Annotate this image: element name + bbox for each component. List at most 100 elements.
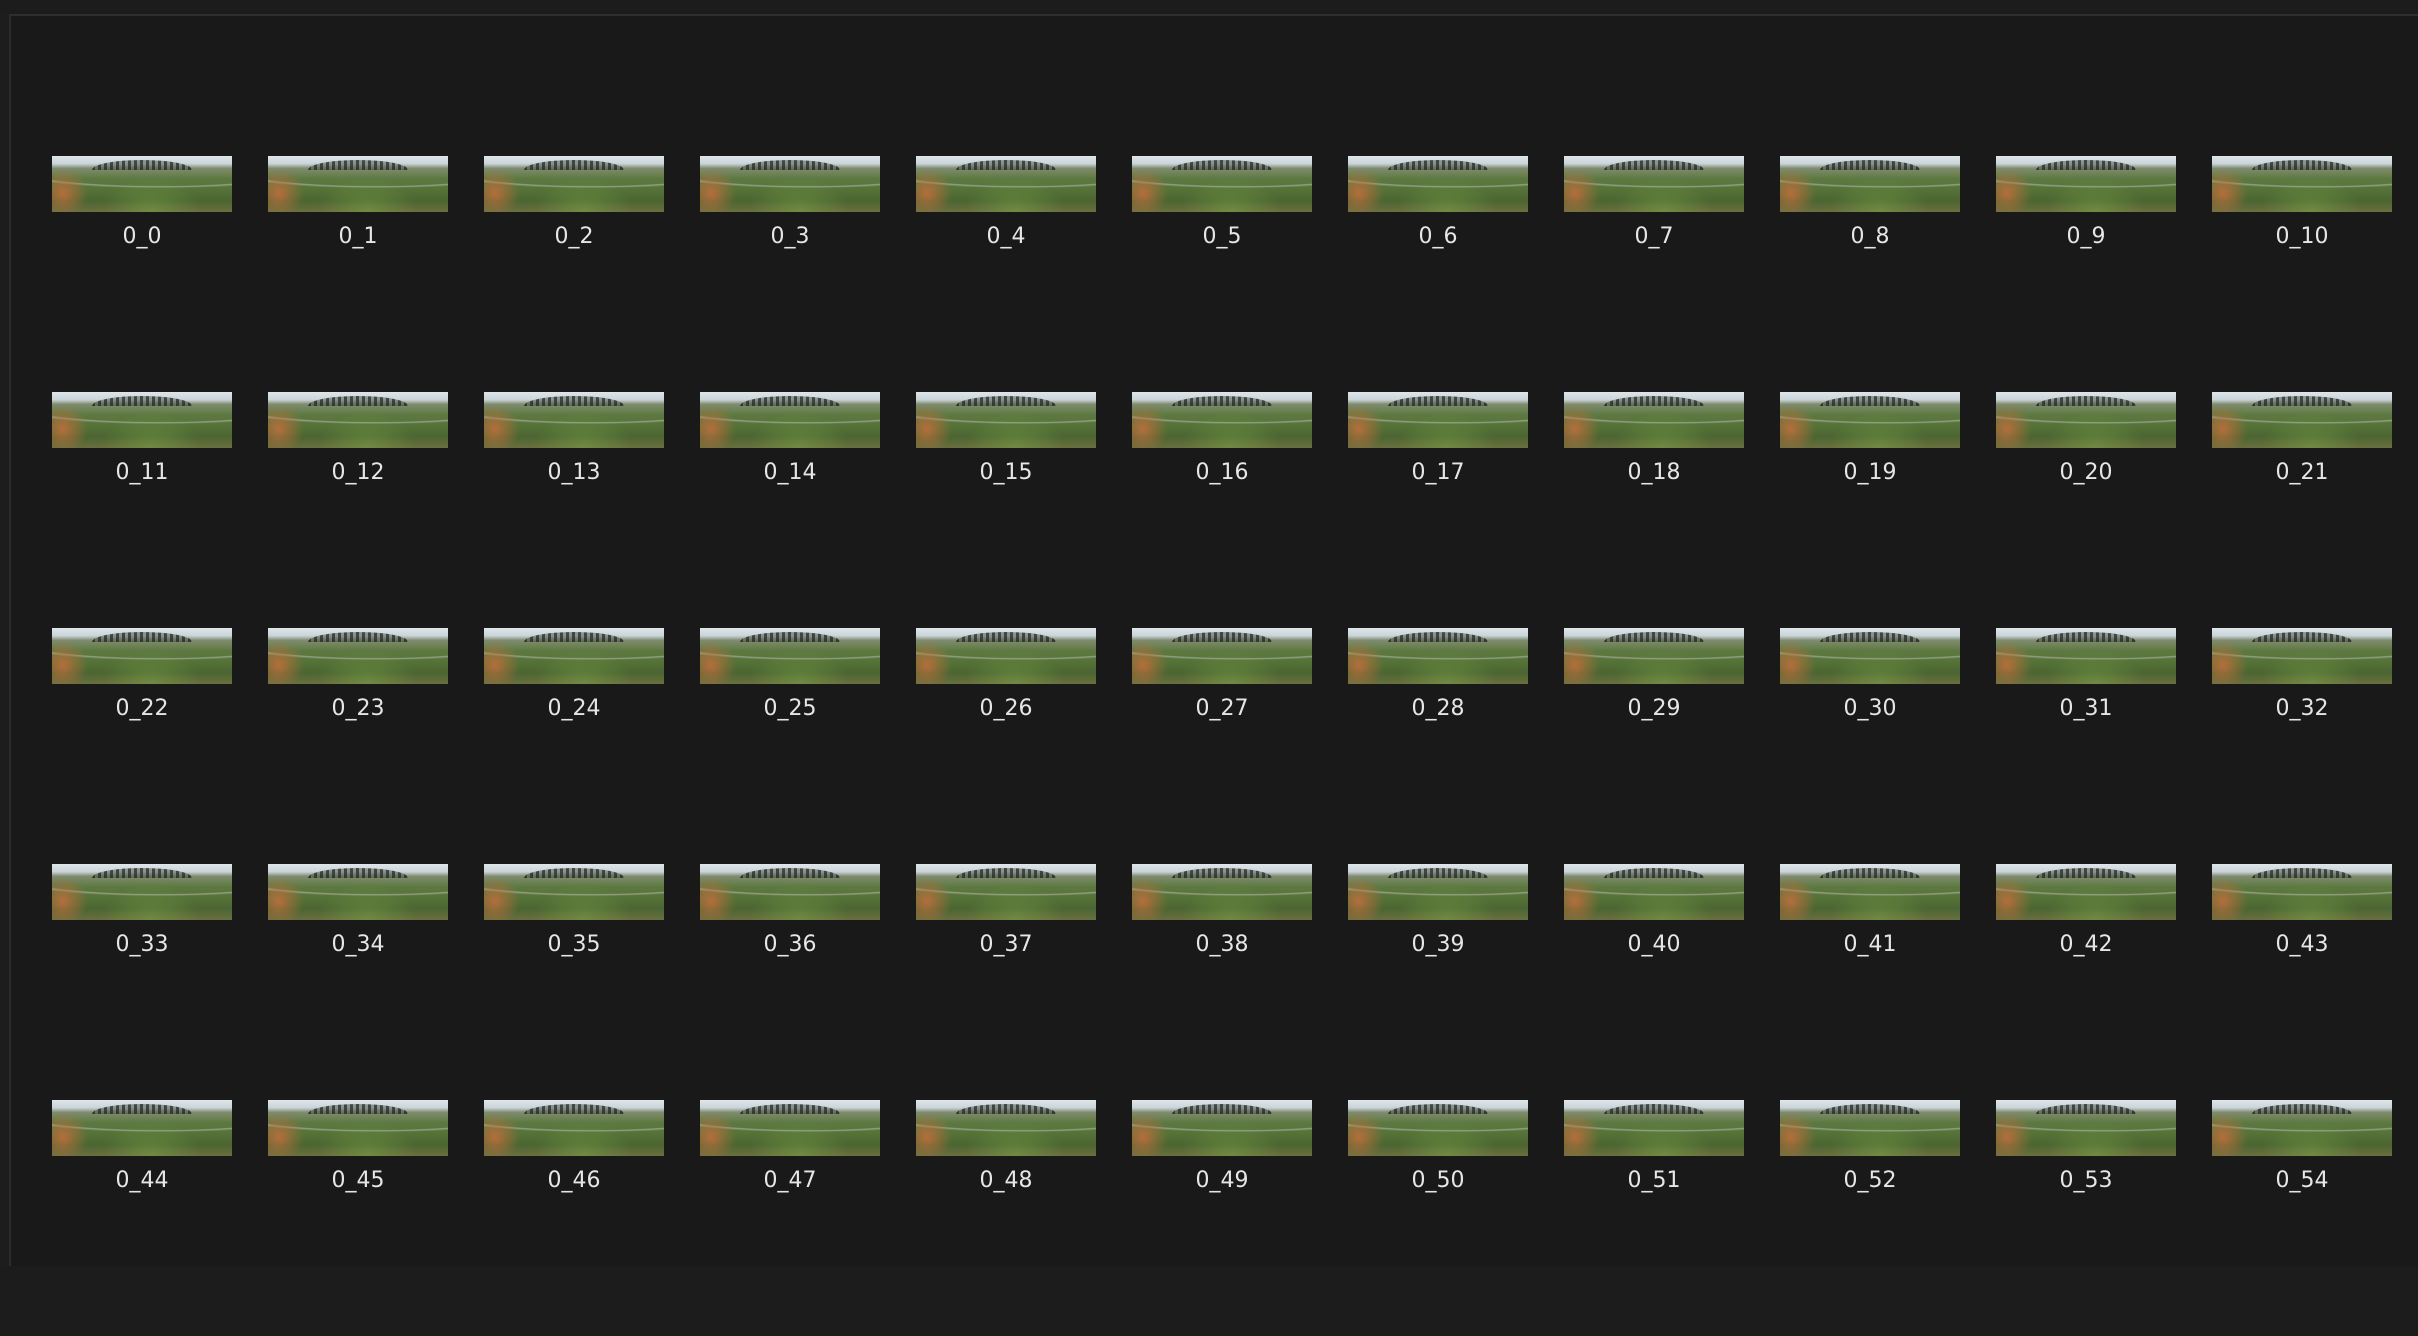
file-item-0_17[interactable]: 0_17 [1348, 392, 1528, 628]
file-item-0_20[interactable]: 0_20 [1996, 392, 2176, 628]
file-item-0_25[interactable]: 0_25 [700, 628, 880, 864]
image-thumbnail[interactable] [1564, 628, 1744, 684]
file-item-0_33[interactable]: 0_33 [52, 864, 232, 1100]
file-item-0_1[interactable]: 0_1 [268, 156, 448, 392]
file-item-0_19[interactable]: 0_19 [1780, 392, 1960, 628]
file-item-0_28[interactable]: 0_28 [1348, 628, 1528, 864]
image-thumbnail[interactable] [52, 864, 232, 920]
file-item-0_10[interactable]: 0_10 [2212, 156, 2392, 392]
image-thumbnail[interactable] [484, 864, 664, 920]
file-item-0_37[interactable]: 0_37 [916, 864, 1096, 1100]
file-item-0_45[interactable]: 0_45 [268, 1100, 448, 1336]
file-item-0_7[interactable]: 0_7 [1564, 156, 1744, 392]
file-item-0_18[interactable]: 0_18 [1564, 392, 1744, 628]
image-thumbnail[interactable] [916, 628, 1096, 684]
file-item-0_15[interactable]: 0_15 [916, 392, 1096, 628]
image-thumbnail[interactable] [1348, 864, 1528, 920]
image-thumbnail[interactable] [484, 628, 664, 684]
file-item-0_51[interactable]: 0_51 [1564, 1100, 1744, 1336]
image-thumbnail[interactable] [1564, 864, 1744, 920]
image-thumbnail[interactable] [484, 156, 664, 212]
image-thumbnail[interactable] [1348, 628, 1528, 684]
file-item-0_43[interactable]: 0_43 [2212, 864, 2392, 1100]
image-thumbnail[interactable] [2212, 156, 2392, 212]
file-item-0_36[interactable]: 0_36 [700, 864, 880, 1100]
image-thumbnail[interactable] [268, 392, 448, 448]
file-item-0_34[interactable]: 0_34 [268, 864, 448, 1100]
image-thumbnail[interactable] [268, 628, 448, 684]
image-thumbnail[interactable] [52, 1100, 232, 1156]
image-thumbnail[interactable] [1132, 156, 1312, 212]
file-item-0_35[interactable]: 0_35 [484, 864, 664, 1100]
image-thumbnail[interactable] [1996, 1100, 2176, 1156]
file-item-0_21[interactable]: 0_21 [2212, 392, 2392, 628]
image-thumbnail[interactable] [1996, 156, 2176, 212]
file-item-0_47[interactable]: 0_47 [700, 1100, 880, 1336]
image-thumbnail[interactable] [52, 156, 232, 212]
image-thumbnail[interactable] [1132, 628, 1312, 684]
file-item-0_4[interactable]: 0_4 [916, 156, 1096, 392]
file-item-0_27[interactable]: 0_27 [1132, 628, 1312, 864]
file-item-0_42[interactable]: 0_42 [1996, 864, 2176, 1100]
image-thumbnail[interactable] [1564, 156, 1744, 212]
file-item-0_40[interactable]: 0_40 [1564, 864, 1744, 1100]
file-item-0_41[interactable]: 0_41 [1780, 864, 1960, 1100]
image-thumbnail[interactable] [1564, 1100, 1744, 1156]
file-item-0_11[interactable]: 0_11 [52, 392, 232, 628]
file-item-0_23[interactable]: 0_23 [268, 628, 448, 864]
file-item-0_9[interactable]: 0_9 [1996, 156, 2176, 392]
image-thumbnail[interactable] [916, 392, 1096, 448]
image-thumbnail[interactable] [700, 1100, 880, 1156]
image-thumbnail[interactable] [1564, 392, 1744, 448]
image-thumbnail[interactable] [1996, 628, 2176, 684]
image-thumbnail[interactable] [1996, 864, 2176, 920]
image-thumbnail[interactable] [1132, 1100, 1312, 1156]
file-item-0_53[interactable]: 0_53 [1996, 1100, 2176, 1336]
image-thumbnail[interactable] [1348, 1100, 1528, 1156]
file-item-0_8[interactable]: 0_8 [1780, 156, 1960, 392]
image-thumbnail[interactable] [1780, 628, 1960, 684]
file-item-0_54[interactable]: 0_54 [2212, 1100, 2392, 1336]
file-item-0_48[interactable]: 0_48 [916, 1100, 1096, 1336]
image-thumbnail[interactable] [1780, 156, 1960, 212]
file-item-0_46[interactable]: 0_46 [484, 1100, 664, 1336]
file-item-0_16[interactable]: 0_16 [1132, 392, 1312, 628]
file-item-0_32[interactable]: 0_32 [2212, 628, 2392, 864]
image-thumbnail[interactable] [1780, 392, 1960, 448]
image-thumbnail[interactable] [1348, 392, 1528, 448]
file-item-0_52[interactable]: 0_52 [1780, 1100, 1960, 1336]
file-item-0_44[interactable]: 0_44 [52, 1100, 232, 1336]
file-item-0_6[interactable]: 0_6 [1348, 156, 1528, 392]
image-thumbnail[interactable] [700, 864, 880, 920]
image-thumbnail[interactable] [916, 1100, 1096, 1156]
image-thumbnail[interactable] [1996, 392, 2176, 448]
file-item-0_3[interactable]: 0_3 [700, 156, 880, 392]
file-item-0_49[interactable]: 0_49 [1132, 1100, 1312, 1336]
image-thumbnail[interactable] [1132, 864, 1312, 920]
image-thumbnail[interactable] [268, 156, 448, 212]
file-item-0_31[interactable]: 0_31 [1996, 628, 2176, 864]
file-item-0_38[interactable]: 0_38 [1132, 864, 1312, 1100]
image-thumbnail[interactable] [1348, 156, 1528, 212]
image-thumbnail[interactable] [2212, 1100, 2392, 1156]
image-thumbnail[interactable] [1780, 864, 1960, 920]
image-thumbnail[interactable] [268, 864, 448, 920]
image-thumbnail[interactable] [700, 392, 880, 448]
file-item-0_26[interactable]: 0_26 [916, 628, 1096, 864]
image-thumbnail[interactable] [1132, 392, 1312, 448]
file-item-0_39[interactable]: 0_39 [1348, 864, 1528, 1100]
file-item-0_13[interactable]: 0_13 [484, 392, 664, 628]
file-item-0_2[interactable]: 0_2 [484, 156, 664, 392]
image-thumbnail[interactable] [52, 628, 232, 684]
image-thumbnail[interactable] [268, 1100, 448, 1156]
image-thumbnail[interactable] [700, 628, 880, 684]
image-thumbnail[interactable] [700, 156, 880, 212]
file-item-0_0[interactable]: 0_0 [52, 156, 232, 392]
file-item-0_29[interactable]: 0_29 [1564, 628, 1744, 864]
image-thumbnail[interactable] [2212, 628, 2392, 684]
file-item-0_50[interactable]: 0_50 [1348, 1100, 1528, 1336]
file-item-0_14[interactable]: 0_14 [700, 392, 880, 628]
file-item-0_22[interactable]: 0_22 [52, 628, 232, 864]
file-item-0_24[interactable]: 0_24 [484, 628, 664, 864]
image-thumbnail[interactable] [916, 864, 1096, 920]
